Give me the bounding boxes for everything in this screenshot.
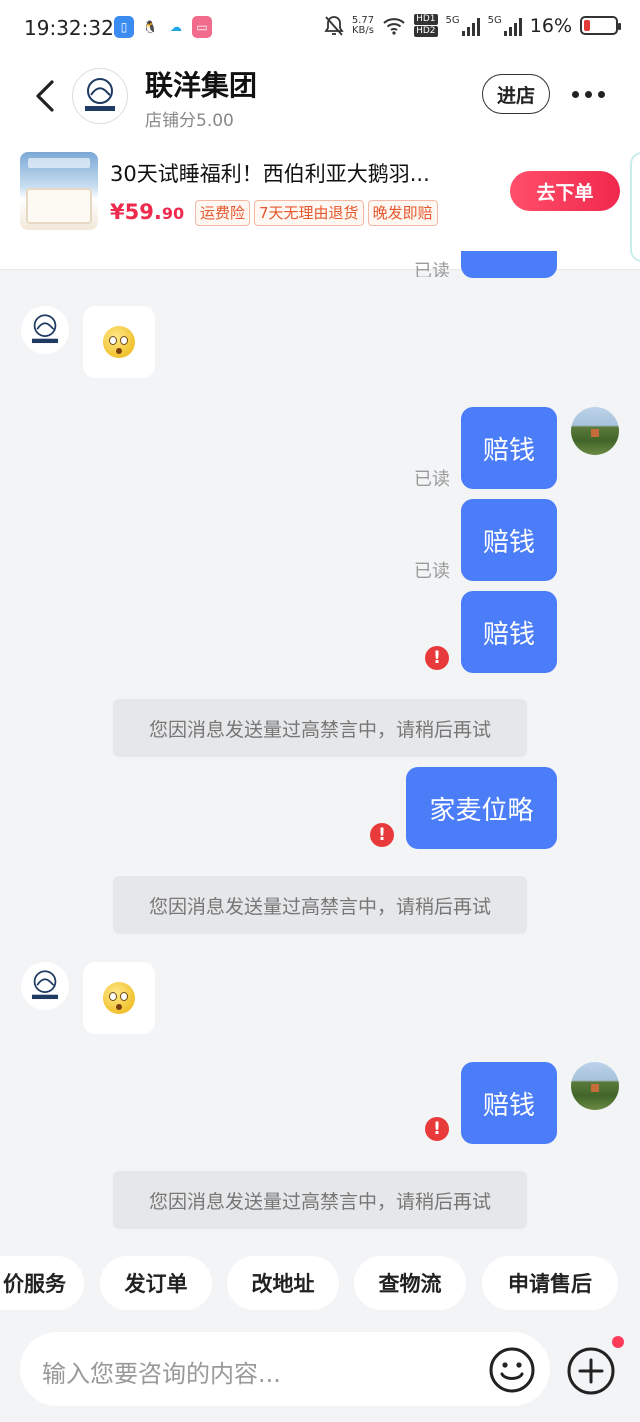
mute-bell-icon [324,15,344,36]
qq-icon: 🐧 [140,16,160,38]
status-bar: 19:32:32 ▯ 🐧 ☁ ▭ 5.77 KB/s HD1 HD2 5G 5G… [0,0,640,58]
product-card[interactable]: 30天试睡福利！西伯利亚大鹅羽... ¥59.90 运费险 7天无理由退货 晚发… [0,134,640,270]
add-attachment-icon[interactable] [566,1346,616,1396]
product-price-main: ¥59. [110,200,162,224]
signal-icon [503,16,522,36]
net-speed: 5.77 KB/s [351,14,375,36]
shop-avatar[interactable] [72,68,128,124]
outgoing-message[interactable]: 赔钱 [461,407,557,489]
hd-badges: HD1 HD2 [414,14,438,37]
tag-7day-return: 7天无理由退货 [254,200,364,226]
surprised-emoji-icon [103,326,135,358]
net-speed-unit: KB/s [351,24,374,36]
signal-1: 5G [445,14,480,36]
quick-actions: 价服务 发订单 改地址 查物流 申请售后 [0,1256,640,1312]
battery-percent: 16% [529,14,572,37]
incoming-emoji-message[interactable] [83,962,155,1034]
signal-2-label: 5G [487,14,502,26]
quick-action-after-sales[interactable]: 申请售后 [482,1256,618,1310]
quick-action-price-service[interactable]: 价服务 [0,1256,84,1310]
input-bar: 输入您要咨询的内容... [0,1322,640,1422]
product-image[interactable] [20,152,98,230]
read-status: 已读 [414,469,450,490]
send-failed-icon[interactable]: ! [425,646,449,670]
chat-header: 联洋集团 店铺分5.00 进店 [0,58,640,134]
system-notice: 您因消息发送量过高禁言中，请稍后再试 [113,876,527,934]
outgoing-message[interactable]: 赔钱 [461,499,557,581]
signal-icon [461,16,480,36]
app-icon-blue: ▯ [114,16,134,38]
message-input-placeholder: 输入您要咨询的内容... [42,1360,281,1388]
shop-score: 店铺分5.00 [145,111,234,131]
outgoing-message[interactable]: 家麦位略 [406,767,557,849]
user-avatar[interactable] [571,407,619,455]
tag-shipping-insurance: 运费险 [195,200,251,226]
tag-late-compensation: 晚发即赔 [367,200,438,226]
more-options-icon[interactable] [572,84,612,104]
notification-icons: ▯ 🐧 ☁ ▭ [114,16,212,38]
status-right: 5.77 KB/s HD1 HD2 5G 5G 16% [324,14,621,37]
product-tags: 运费险 7天无理由退货 晚发即赔 [195,200,438,226]
quick-action-change-address[interactable]: 改地址 [227,1256,339,1310]
hd2-badge: HD2 [414,26,438,37]
shop-logo-icon [31,970,59,1000]
quick-action-track-shipping[interactable]: 查物流 [354,1256,466,1310]
notification-dot [612,1336,624,1348]
message-bubble-partial[interactable] [461,251,557,278]
send-failed-icon[interactable]: ! [425,1117,449,1141]
message-list[interactable]: 已读 赔钱 已读 赔钱 已读 赔钱 ! 您因消息发送量过高禁言中，请稍后再试 家… [0,251,640,1251]
status-time: 19:32:32 [24,16,114,40]
battery-icon [580,16,621,35]
signal-2: 5G [487,14,522,36]
chat-app-icon: ☁ [166,16,186,38]
system-notice: 您因消息发送量过高禁言中，请稍后再试 [113,1171,527,1229]
chat-screen: 19:32:32 ▯ 🐧 ☁ ▭ 5.77 KB/s HD1 HD2 5G 5G… [0,0,640,1422]
quick-action-send-order[interactable]: 发订单 [100,1256,212,1310]
wifi-icon [383,17,405,35]
outgoing-message[interactable]: 赔钱 [461,591,557,673]
user-avatar[interactable] [571,1062,619,1110]
outgoing-message[interactable]: 赔钱 [461,1062,557,1144]
signal-1-label: 5G [445,14,460,26]
back-arrow-icon[interactable] [30,78,64,114]
net-speed-value: 5.77 [351,14,375,26]
emoji-picker-icon[interactable] [488,1346,536,1394]
shop-avatar-small[interactable] [21,962,69,1010]
shop-logo-icon [85,78,115,111]
hd1-badge: HD1 [414,14,438,25]
shop-logo-icon [31,314,59,344]
read-status: 已读 [414,261,450,277]
shop-avatar-small[interactable] [21,306,69,354]
send-failed-icon[interactable]: ! [370,823,394,847]
app-icon-pink: ▭ [192,16,212,38]
product-title[interactable]: 30天试睡福利！西伯利亚大鹅羽... [110,158,430,188]
system-notice: 您因消息发送量过高禁言中，请稍后再试 [113,699,527,757]
shop-name[interactable]: 联洋集团 [145,64,257,104]
product-price: ¥59.90 [110,200,184,224]
message-input[interactable]: 输入您要咨询的内容... [20,1332,550,1406]
enter-shop-button[interactable]: 进店 [482,74,550,114]
side-card-edge[interactable] [630,152,640,262]
place-order-button[interactable]: 去下单 [510,171,620,211]
product-price-decimal: 90 [161,204,185,223]
read-status: 已读 [414,561,450,582]
incoming-emoji-message[interactable] [83,306,155,378]
surprised-emoji-icon [103,982,135,1014]
